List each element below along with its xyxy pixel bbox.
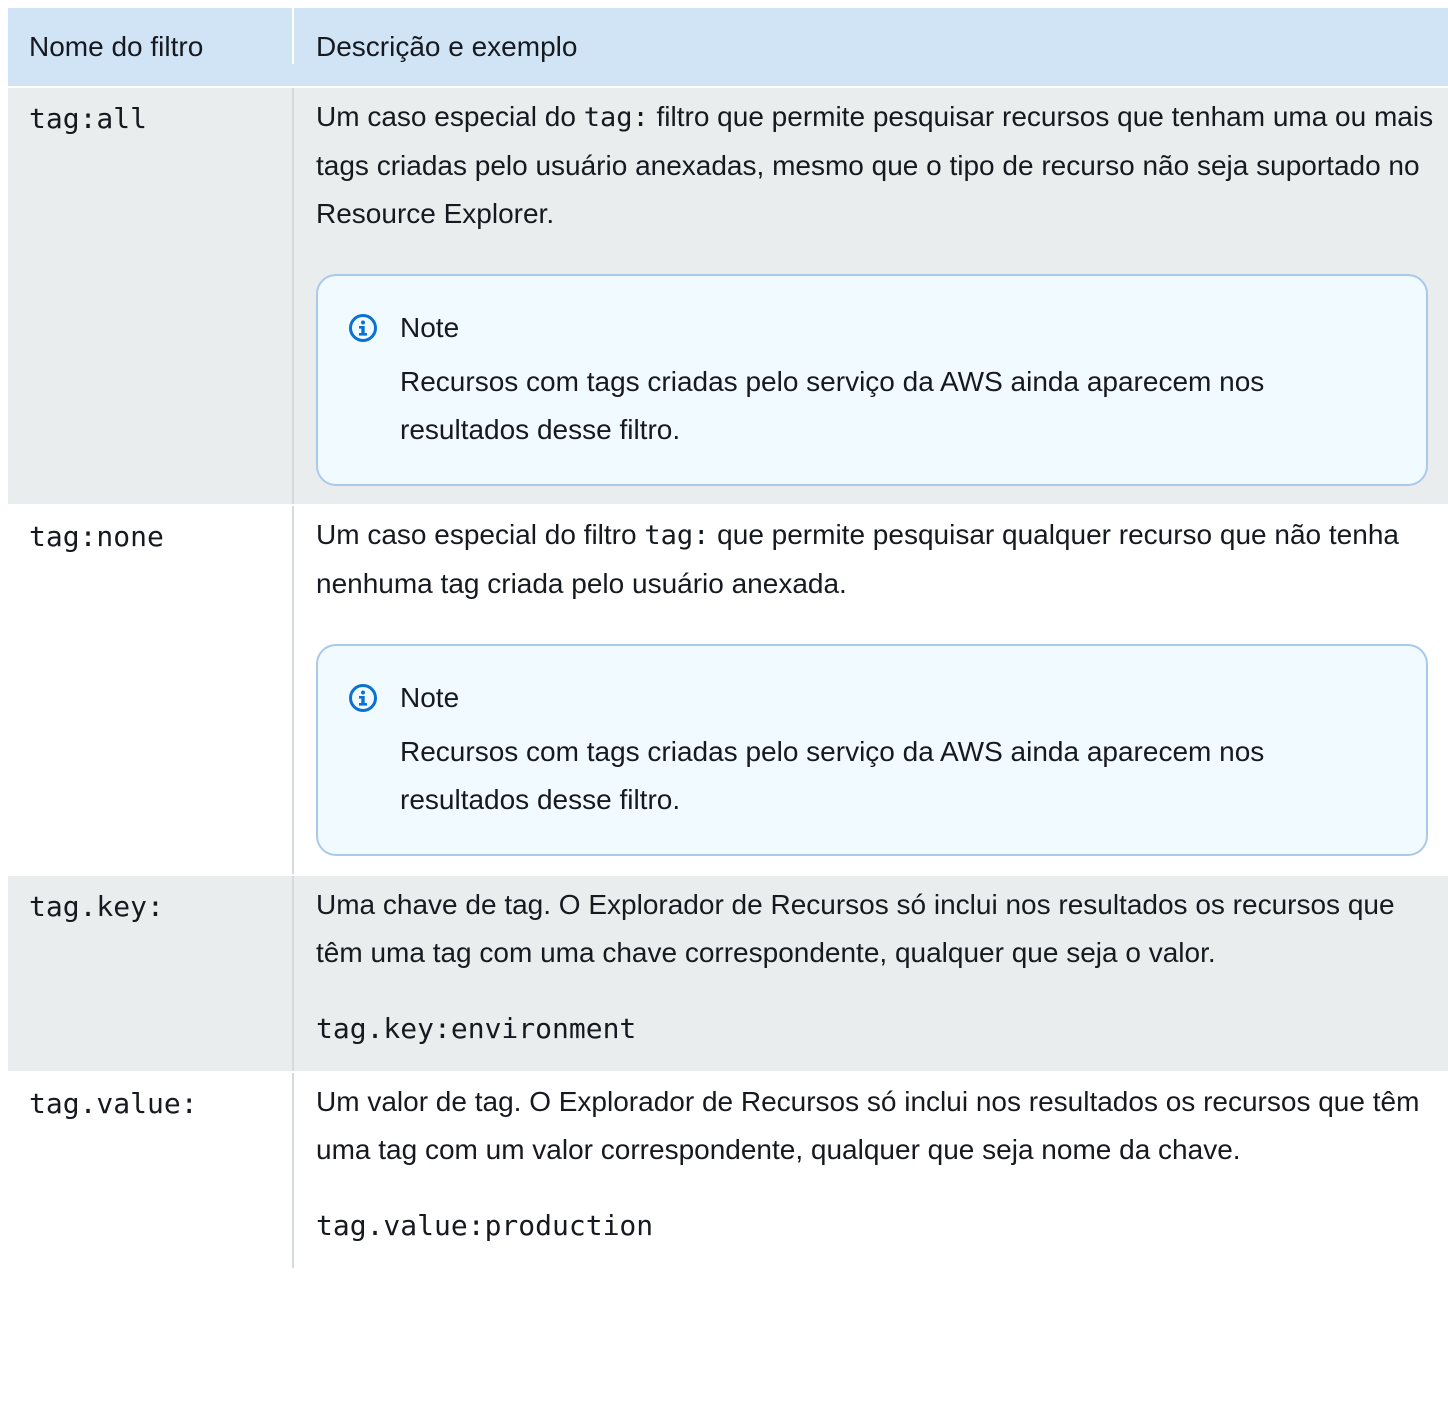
table-row: tag:all Um caso especial do tag: filtro … [8, 88, 1448, 506]
filter-table: Nome do filtro Descrição e exemplo tag:a… [8, 8, 1448, 1268]
info-icon [349, 684, 377, 712]
note-box: Note Recursos com tags criadas pelo serv… [316, 274, 1428, 486]
table-row: tag.value: Um valor de tag. O Explorador… [8, 1073, 1448, 1268]
filter-description: Um caso especial do filtro tag: que perm… [316, 511, 1434, 608]
filter-name: tag.key: [29, 890, 164, 923]
table-row: tag.key: Uma chave de tag. O Explorador … [8, 876, 1448, 1073]
filter-description-cell: Um valor de tag. O Explorador de Recurso… [294, 1073, 1448, 1268]
filter-name-cell: tag:none [8, 506, 294, 874]
filter-example: tag.value:production [316, 1209, 654, 1242]
filter-name: tag:none [29, 520, 164, 553]
filter-name: tag:all [29, 102, 148, 135]
filter-name-cell: tag.key: [8, 876, 294, 1071]
filter-description-cell: Uma chave de tag. O Explorador de Recurs… [294, 876, 1448, 1071]
inline-code: tag: [644, 520, 710, 551]
table-header-row: Nome do filtro Descrição e exemplo [8, 8, 1448, 88]
filter-description: Um valor de tag. O Explorador de Recurso… [316, 1086, 1420, 1165]
header-cell-filter-name: Nome do filtro [8, 8, 294, 64]
filter-description: Uma chave de tag. O Explorador de Recurs… [316, 889, 1395, 968]
filter-name-cell: tag:all [8, 88, 294, 504]
note-title: Note [400, 682, 460, 713]
note-title: Note [400, 312, 460, 343]
filter-description-cell: Um caso especial do tag: filtro que perm… [294, 88, 1448, 504]
description-text: Um caso especial do filtro [316, 519, 645, 550]
info-icon [349, 314, 377, 342]
table-row: tag:none Um caso especial do filtro tag:… [8, 506, 1448, 876]
inline-code: tag: [583, 102, 649, 133]
note-header: Note [348, 674, 1402, 722]
note-box: Note Recursos com tags criadas pelo serv… [316, 644, 1428, 856]
filter-example: tag.key:environment [316, 1012, 637, 1045]
description-text: Um caso especial do [316, 101, 584, 132]
note-body: Recursos com tags criadas pelo serviço d… [400, 736, 1265, 815]
header-cell-description: Descrição e exemplo [294, 8, 1448, 82]
header-description-label: Descrição e exemplo [316, 31, 578, 62]
filter-description-cell: Um caso especial do filtro tag: que perm… [294, 506, 1448, 874]
filter-description: Um caso especial do tag: filtro que perm… [316, 93, 1434, 238]
header-filter-name-label: Nome do filtro [29, 31, 204, 62]
note-header: Note [348, 304, 1402, 352]
filter-name: tag.value: [29, 1087, 198, 1120]
filter-name-cell: tag.value: [8, 1073, 294, 1268]
note-body: Recursos com tags criadas pelo serviço d… [400, 366, 1265, 445]
